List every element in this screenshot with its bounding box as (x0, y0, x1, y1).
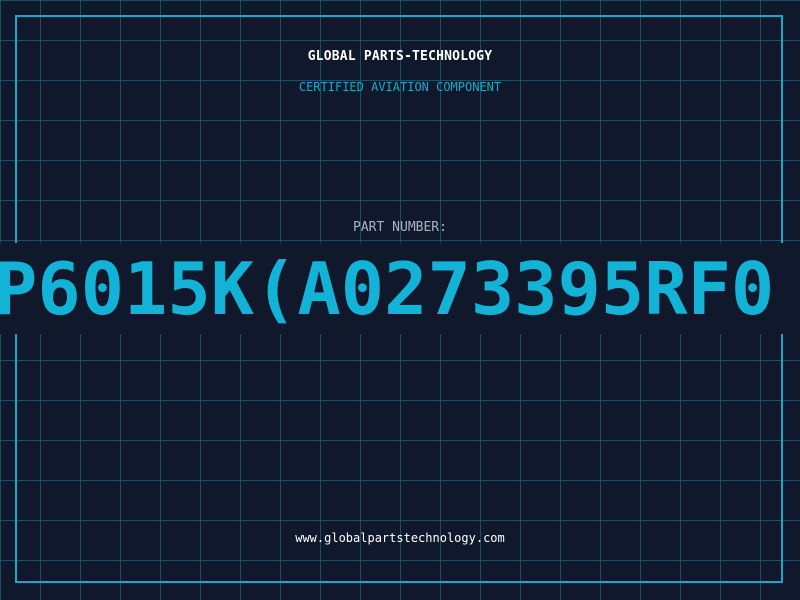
part-number-band: P6015K(A0273395RF0 (0, 243, 800, 334)
website-url: www.globalpartstechnology.com (295, 531, 505, 545)
certification-tagline: CERTIFIED AVIATION COMPONENT (298, 80, 502, 94)
brand-title: GLOBAL PARTS-TECHNOLOGY (307, 49, 493, 64)
product-label-canvas: GLOBAL PARTS-TECHNOLOGY CERTIFIED AVIATI… (0, 0, 800, 600)
part-number-value: P6015K(A0273395RF0 (0, 247, 775, 331)
part-number-label: PART NUMBER: (353, 220, 447, 235)
